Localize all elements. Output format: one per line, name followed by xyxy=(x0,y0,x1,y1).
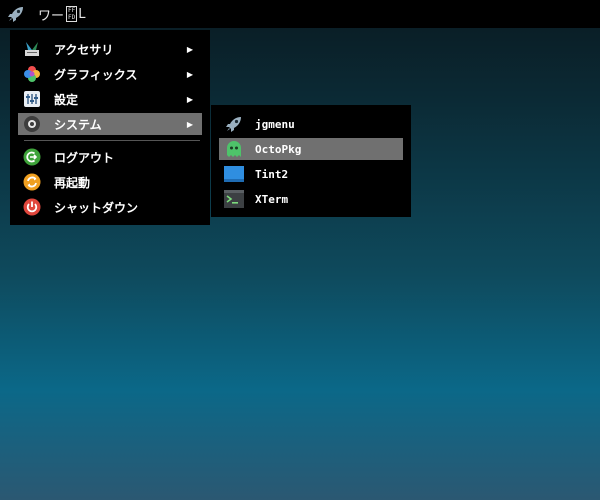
submenu-item-xterm[interactable]: XTerm xyxy=(219,188,403,210)
submenu-arrow-icon: ▶ xyxy=(186,69,194,79)
submenu-item-jgmenu[interactable]: jgmenu xyxy=(219,113,403,135)
menu-item-accessories[interactable]: アクセサリ ▶ xyxy=(18,38,202,60)
menu-item-label: システム xyxy=(54,117,102,132)
menu-item-logout[interactable]: ログアウト xyxy=(18,146,202,168)
menu-item-label: 再起動 xyxy=(54,175,91,190)
octopkg-icon xyxy=(224,139,244,159)
system-submenu: jgmenu OctoPkg Tint2 XTerm xyxy=(211,105,411,217)
menu-item-system[interactable]: システム ▶ xyxy=(18,113,202,135)
submenu-arrow-icon: ▶ xyxy=(186,119,194,129)
logout-icon xyxy=(22,147,42,167)
settings-icon xyxy=(22,89,42,109)
main-menu: アクセサリ ▶ グラフィックス ▶ 設定 ▶ システム ▶ ログアウト 再起動 … xyxy=(10,30,210,225)
unknown-glyph-box: FF FD xyxy=(66,6,78,22)
shutdown-icon xyxy=(22,197,42,217)
submenu-item-label: OctoPkg xyxy=(255,142,302,156)
menu-item-reboot[interactable]: 再起動 xyxy=(18,171,202,193)
submenu-arrow-icon: ▶ xyxy=(186,44,194,54)
glyph-box-bottom: FD xyxy=(68,14,76,21)
glyph-box-top: FF xyxy=(68,7,76,14)
workspace-prefix: ワー xyxy=(38,8,65,24)
menu-item-shutdown[interactable]: シャットダウン xyxy=(18,196,202,218)
reboot-icon xyxy=(22,172,42,192)
menu-launcher-button[interactable] xyxy=(4,2,28,26)
submenu-item-tint2[interactable]: Tint2 xyxy=(219,163,403,185)
menu-item-label: シャットダウン xyxy=(54,200,139,215)
menu-item-label: 設定 xyxy=(54,92,79,107)
submenu-item-label: XTerm xyxy=(255,192,289,206)
menu-item-settings[interactable]: 設定 ▶ xyxy=(18,88,202,110)
submenu-item-octopkg[interactable]: OctoPkg xyxy=(219,138,403,160)
submenu-item-label: jgmenu xyxy=(255,117,295,131)
graphics-icon xyxy=(22,64,42,84)
workspace-suffix: L xyxy=(78,6,86,22)
menu-separator xyxy=(24,140,200,141)
submenu-item-label: Tint2 xyxy=(255,167,289,181)
workspace-name[interactable]: ワー FF FD L xyxy=(38,5,86,24)
menu-item-label: アクセサリ xyxy=(54,42,114,57)
menu-item-graphics[interactable]: グラフィックス ▶ xyxy=(18,63,202,85)
system-icon xyxy=(22,114,42,134)
tint2-icon xyxy=(224,164,244,184)
menu-item-label: グラフィックス xyxy=(54,67,138,82)
menu-item-label: ログアウト xyxy=(54,150,115,165)
rocket-icon xyxy=(224,114,244,134)
rocket-icon xyxy=(8,7,23,22)
accessories-icon xyxy=(22,39,42,59)
taskbar: ワー FF FD L xyxy=(0,0,600,28)
terminal-icon xyxy=(224,189,244,209)
submenu-arrow-icon: ▶ xyxy=(186,94,194,104)
